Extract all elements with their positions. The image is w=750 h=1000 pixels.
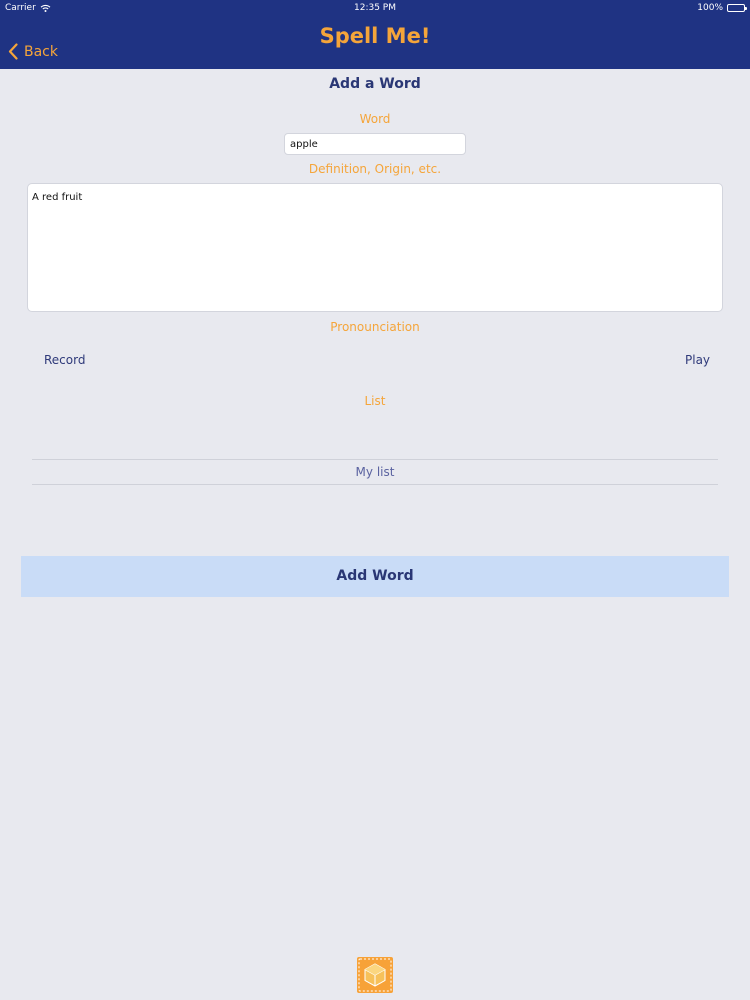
pronunciation-label: Pronounciation — [330, 320, 420, 334]
navigation-bar: Carrier 12:35 PM 100% Back Spell Me! — [0, 0, 750, 69]
list-picker[interactable]: My list — [32, 459, 718, 485]
battery-percentage: 100% — [697, 3, 723, 13]
status-bar: Carrier 12:35 PM 100% — [0, 0, 750, 16]
battery-icon — [727, 4, 747, 12]
list-label: List — [364, 394, 386, 408]
definition-textarea[interactable]: A red fruit — [27, 183, 723, 312]
play-button[interactable]: Play — [685, 353, 710, 367]
page-title: Add a Word — [329, 76, 421, 92]
app-title: Spell Me! — [319, 24, 431, 48]
list-picker-selected: My list — [355, 465, 395, 479]
definition-label: Definition, Origin, etc. — [308, 162, 442, 176]
app-logo-icon — [357, 957, 393, 993]
add-word-button[interactable]: Add Word — [21, 556, 729, 597]
word-label: Word — [359, 112, 391, 126]
status-time: 12:35 PM — [354, 3, 396, 13]
word-input[interactable] — [284, 133, 466, 155]
status-right: 100% — [697, 3, 747, 13]
record-button[interactable]: Record — [44, 353, 85, 367]
